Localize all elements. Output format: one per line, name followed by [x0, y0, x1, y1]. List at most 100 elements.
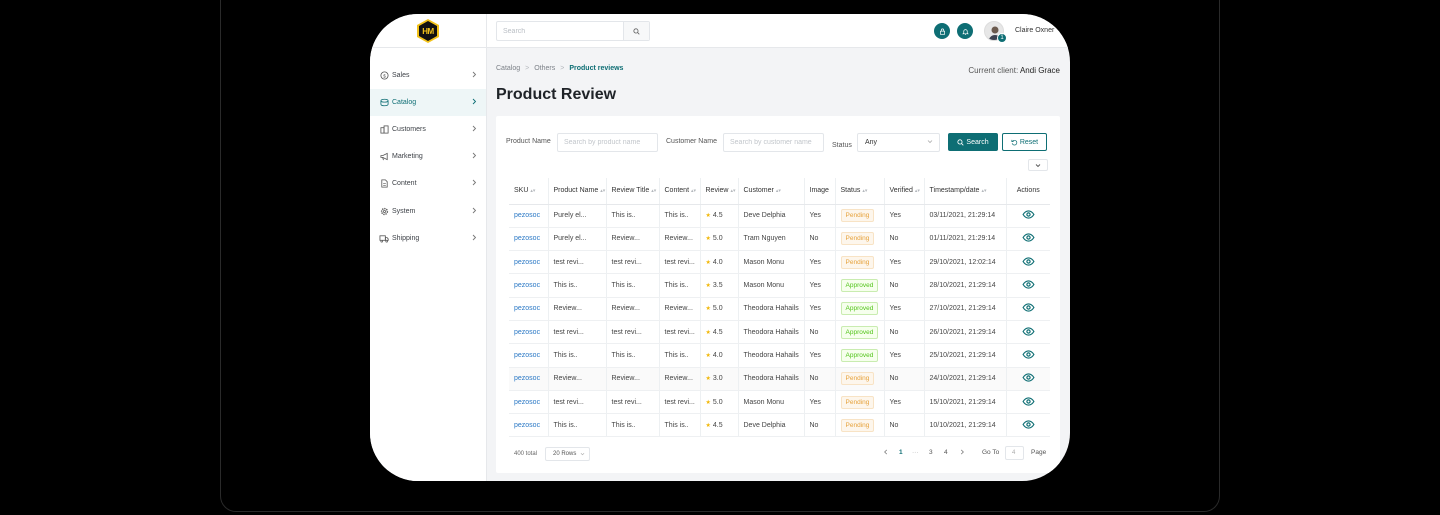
- sidebar-item-marketing[interactable]: Marketing: [370, 143, 486, 170]
- cell-sku[interactable]: pezosoc: [509, 367, 549, 391]
- view-eye-icon[interactable]: [1022, 350, 1035, 359]
- cell-sku[interactable]: pezosoc: [509, 320, 549, 345]
- sort-icon[interactable]: ▴▾: [776, 188, 781, 194]
- cell-product: test revi...: [548, 390, 607, 415]
- lock-button[interactable]: [934, 23, 950, 39]
- notification-button[interactable]: [957, 23, 973, 39]
- sort-icon[interactable]: ▴▾: [915, 188, 920, 194]
- logo[interactable]: HM: [370, 14, 487, 48]
- sort-icon[interactable]: ▴▾: [691, 188, 696, 194]
- sidebar-item-system[interactable]: System: [370, 198, 486, 225]
- column-header[interactable]: Product Name ▴▾: [548, 178, 607, 205]
- table-row[interactable]: pezosoc test revi... test revi... test revi…: [509, 320, 1050, 345]
- sort-icon[interactable]: ▴▾: [651, 188, 656, 194]
- column-header[interactable]: Verified ▴▾: [884, 178, 925, 205]
- column-header[interactable]: Review ▴▾: [700, 178, 739, 205]
- page-3-button[interactable]: 3: [929, 449, 933, 456]
- column-header[interactable]: Status ▴▾: [835, 178, 885, 205]
- page-ellipsis[interactable]: ···: [912, 449, 919, 456]
- sidebar-item-catalog[interactable]: Catalog: [370, 89, 486, 116]
- column-header[interactable]: SKU ▴▾: [509, 178, 549, 205]
- product-name-label: Product Name: [506, 138, 551, 145]
- page-title: Product Review: [496, 86, 617, 103]
- column-header[interactable]: Image: [804, 178, 836, 205]
- page-1-button[interactable]: 1: [899, 449, 903, 456]
- cell-sku[interactable]: pezosoc: [509, 273, 549, 298]
- table-row[interactable]: pezosoc This is.. This is.. This is.. ★ 3.5 Ma…: [509, 273, 1050, 298]
- sku-link[interactable]: pezosoc: [514, 375, 540, 382]
- breadcrumb-catalog[interactable]: Catalog: [496, 65, 520, 72]
- sort-icon[interactable]: ▴▾: [730, 188, 735, 194]
- table-row[interactable]: pezosoc test revi... test revi... test revi…: [509, 250, 1050, 275]
- search-input[interactable]: [497, 22, 623, 40]
- sku-link[interactable]: pezosoc: [514, 329, 540, 336]
- search-filter-button[interactable]: Search: [948, 133, 998, 151]
- sku-link[interactable]: pezosoc: [514, 212, 540, 219]
- prev-page-button[interactable]: [883, 449, 888, 457]
- table-row[interactable]: pezosoc This is.. This is.. This is.. ★ 4.5 De…: [509, 413, 1050, 438]
- sort-icon[interactable]: ▴▾: [600, 188, 605, 194]
- sidebar-item-shipping[interactable]: Shipping: [370, 225, 486, 252]
- chevron-left-icon: [884, 449, 888, 455]
- sku-link[interactable]: pezosoc: [514, 305, 540, 312]
- column-header[interactable]: Customer ▴▾: [738, 178, 805, 205]
- sort-icon[interactable]: ▴▾: [862, 188, 867, 194]
- cell-actions: [1006, 297, 1050, 321]
- expand-filters-button[interactable]: [1028, 159, 1048, 171]
- sidebar-item-customers[interactable]: Customers: [370, 116, 486, 143]
- customer-name-input[interactable]: [723, 133, 824, 152]
- sku-link[interactable]: pezosoc: [514, 235, 540, 242]
- table-row[interactable]: pezosoc test revi... test revi... test revi…: [509, 390, 1050, 415]
- rows-per-page-select[interactable]: 20 Rows: [545, 447, 590, 461]
- cell-verified: Yes: [884, 390, 925, 415]
- sidebar-item-content[interactable]: Content: [370, 170, 486, 197]
- cell-review: ★ 3.5: [700, 273, 739, 298]
- svg-text:$: $: [383, 73, 386, 79]
- sort-icon[interactable]: ▴▾: [530, 188, 535, 194]
- cell-title: Review...: [606, 367, 660, 391]
- next-page-button[interactable]: [960, 449, 965, 457]
- view-eye-icon[interactable]: [1022, 303, 1035, 313]
- view-eye-icon[interactable]: [1022, 373, 1035, 382]
- view-eye-icon[interactable]: [1022, 257, 1035, 266]
- page-4-button[interactable]: 4: [944, 449, 948, 456]
- status-select[interactable]: Any: [857, 133, 940, 152]
- user-name[interactable]: Claire Oxner: [1015, 27, 1054, 34]
- sidebar-item-sales[interactable]: $ Sales: [370, 62, 486, 89]
- view-eye-icon[interactable]: [1022, 326, 1035, 336]
- product-name-input[interactable]: [557, 133, 658, 152]
- sku-link[interactable]: pezosoc: [514, 282, 540, 289]
- cell-sku[interactable]: pezosoc: [509, 390, 549, 415]
- table-row[interactable]: pezosoc Purely el... Review... Review... ★ 5.…: [509, 227, 1050, 252]
- cell-sku[interactable]: pezosoc: [509, 413, 549, 438]
- sku-link[interactable]: pezosoc: [514, 399, 540, 406]
- column-header[interactable]: Actions: [1006, 178, 1050, 205]
- sku-link[interactable]: pezosoc: [514, 352, 540, 359]
- cell-sku[interactable]: pezosoc: [509, 250, 549, 275]
- view-eye-icon[interactable]: [1022, 396, 1035, 406]
- star-icon: ★: [705, 283, 711, 290]
- cell-sku[interactable]: pezosoc: [509, 297, 549, 321]
- sort-icon[interactable]: ▴▾: [981, 188, 986, 194]
- table-row[interactable]: pezosoc Review... Review... Review... ★ 5.0 Th…: [509, 297, 1050, 321]
- column-header[interactable]: Timestamp/date ▴▾: [924, 178, 1007, 205]
- breadcrumb-others[interactable]: Others: [534, 65, 555, 72]
- table-row[interactable]: pezosoc This is.. This is.. This is.. ★ 4.0 Th…: [509, 343, 1050, 368]
- view-eye-icon[interactable]: [1022, 280, 1035, 289]
- cell-sku[interactable]: pezosoc: [509, 227, 549, 252]
- cell-sku[interactable]: pezosoc: [509, 204, 549, 228]
- goto-page-input[interactable]: 4: [1005, 446, 1024, 460]
- table-row[interactable]: pezosoc Purely el... This is.. This is.. ★ 4.…: [509, 204, 1050, 228]
- search-button[interactable]: [623, 22, 649, 40]
- column-header[interactable]: Review Title ▴▾: [606, 178, 660, 205]
- view-eye-icon[interactable]: [1022, 210, 1035, 219]
- view-eye-icon[interactable]: [1022, 233, 1035, 243]
- sku-link[interactable]: pezosoc: [514, 259, 540, 266]
- cell-sku[interactable]: pezosoc: [509, 343, 549, 368]
- cell-customer: Deve Delphia: [738, 413, 805, 438]
- table-row[interactable]: pezosoc Review... Review... Review... ★ 3.0 Th…: [509, 367, 1050, 391]
- view-eye-icon[interactable]: [1022, 420, 1035, 429]
- column-header[interactable]: Content ▴▾: [659, 178, 701, 205]
- reset-button[interactable]: Reset: [1002, 133, 1047, 151]
- sku-link[interactable]: pezosoc: [514, 422, 540, 429]
